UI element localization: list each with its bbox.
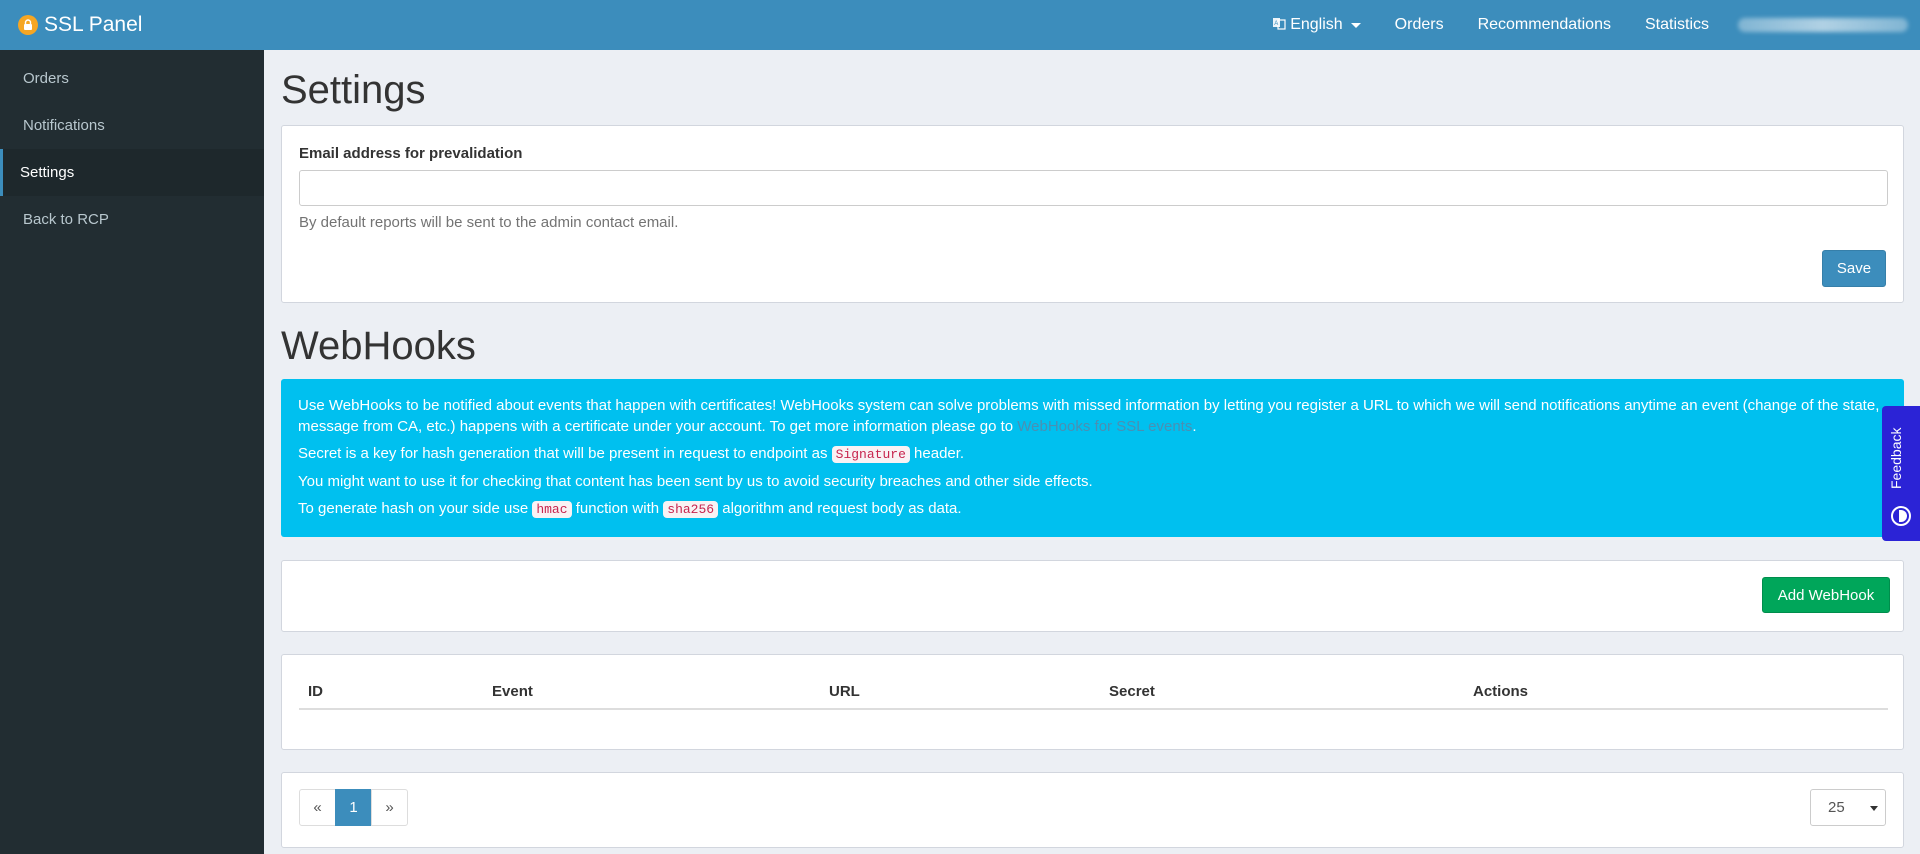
chevron-down-icon bbox=[1870, 806, 1878, 811]
column-header-event[interactable]: Event bbox=[483, 675, 820, 710]
pagination-box: « 1 » 25 bbox=[281, 772, 1904, 848]
feedback-icon bbox=[1891, 506, 1911, 526]
lock-icon bbox=[18, 15, 38, 35]
language-icon: A bbox=[1272, 16, 1286, 35]
webhooks-info-callout: Use WebHooks to be notified about events… bbox=[281, 379, 1904, 537]
language-dropdown[interactable]: A English bbox=[1272, 0, 1377, 50]
email-field-label: Email address for prevalidation bbox=[299, 145, 523, 162]
webhooks-title: WebHooks bbox=[281, 324, 476, 368]
code-signature: Signature bbox=[831, 446, 910, 463]
top-navbar: SSL Panel A English Orders Recommendatio… bbox=[0, 0, 1920, 50]
prev-page-button[interactable]: « bbox=[299, 789, 336, 826]
email-help-text: By default reports will be sent to the a… bbox=[299, 214, 679, 231]
code-hmac: hmac bbox=[532, 501, 572, 518]
info-paragraph-2: Secret is a key for hash generation that… bbox=[298, 443, 1887, 465]
nav-link-orders[interactable]: Orders bbox=[1378, 0, 1461, 50]
webhook-actions-box: Add WebHook bbox=[281, 560, 1904, 632]
add-webhook-button[interactable]: Add WebHook bbox=[1762, 577, 1890, 613]
language-label: English bbox=[1290, 16, 1343, 33]
main-content: Settings Email address for prevalidation… bbox=[264, 50, 1920, 854]
svg-text:A: A bbox=[1274, 21, 1278, 27]
email-field[interactable] bbox=[299, 170, 1888, 206]
feedback-label: Feedback bbox=[1888, 427, 1904, 489]
info-text: To generate hash on your side use bbox=[298, 500, 533, 517]
page-title: Settings bbox=[281, 68, 426, 112]
brand-title: SSL Panel bbox=[44, 13, 143, 36]
column-header-id[interactable]: ID bbox=[299, 675, 483, 710]
page-size-select[interactable]: 25 bbox=[1810, 789, 1886, 826]
info-text: function with bbox=[571, 500, 664, 517]
chevron-down-icon bbox=[1350, 22, 1361, 28]
sidebar-item-notifications[interactable]: Notifications bbox=[0, 102, 264, 149]
webhooks-docs-link[interactable]: WebHooks for SSL events bbox=[1017, 418, 1192, 435]
info-paragraph-4: To generate hash on your side use hmac f… bbox=[298, 498, 1887, 520]
next-page-button[interactable]: » bbox=[371, 789, 408, 826]
feedback-tab[interactable]: Feedback bbox=[1882, 406, 1920, 541]
info-text: algorithm and request body as data. bbox=[718, 500, 962, 517]
nav-link-recommendations[interactable]: Recommendations bbox=[1461, 0, 1628, 50]
brand-logo[interactable]: SSL Panel bbox=[18, 0, 142, 50]
column-header-url[interactable]: URL bbox=[820, 675, 1100, 710]
info-text-end: . bbox=[1192, 418, 1197, 435]
column-header-secret[interactable]: Secret bbox=[1100, 675, 1464, 710]
pagination: « 1 » bbox=[299, 789, 408, 826]
info-text: Secret is a key for hash generation that… bbox=[298, 445, 832, 462]
page-size-value: 25 bbox=[1828, 799, 1845, 816]
info-paragraph-3: You might want to use it for checking th… bbox=[298, 473, 1093, 490]
sidebar-item-orders[interactable]: Orders bbox=[0, 55, 264, 102]
user-menu-redacted[interactable] bbox=[1738, 18, 1908, 32]
sidebar: Orders Notifications Settings Back to RC… bbox=[0, 50, 264, 854]
webhooks-table: ID Event URL Secret Actions bbox=[299, 675, 1888, 710]
sidebar-item-settings[interactable]: Settings bbox=[0, 149, 264, 196]
settings-box: Email address for prevalidation By defau… bbox=[281, 125, 1904, 303]
page-1-button[interactable]: 1 bbox=[335, 789, 372, 826]
nav-link-statistics[interactable]: Statistics bbox=[1628, 0, 1726, 50]
info-paragraph-1: Use WebHooks to be notified about events… bbox=[298, 395, 1887, 437]
code-sha256: sha256 bbox=[663, 501, 719, 518]
save-button[interactable]: Save bbox=[1822, 250, 1886, 287]
column-header-actions: Actions bbox=[1464, 675, 1888, 710]
sidebar-item-back-to-rcp[interactable]: Back to RCP bbox=[0, 196, 264, 243]
webhooks-table-box: ID Event URL Secret Actions bbox=[281, 654, 1904, 750]
navbar-menu: A English Orders Recommendations Statist… bbox=[1272, 0, 1920, 50]
table-header-row: ID Event URL Secret Actions bbox=[299, 675, 1888, 710]
info-text: header. bbox=[909, 445, 965, 462]
